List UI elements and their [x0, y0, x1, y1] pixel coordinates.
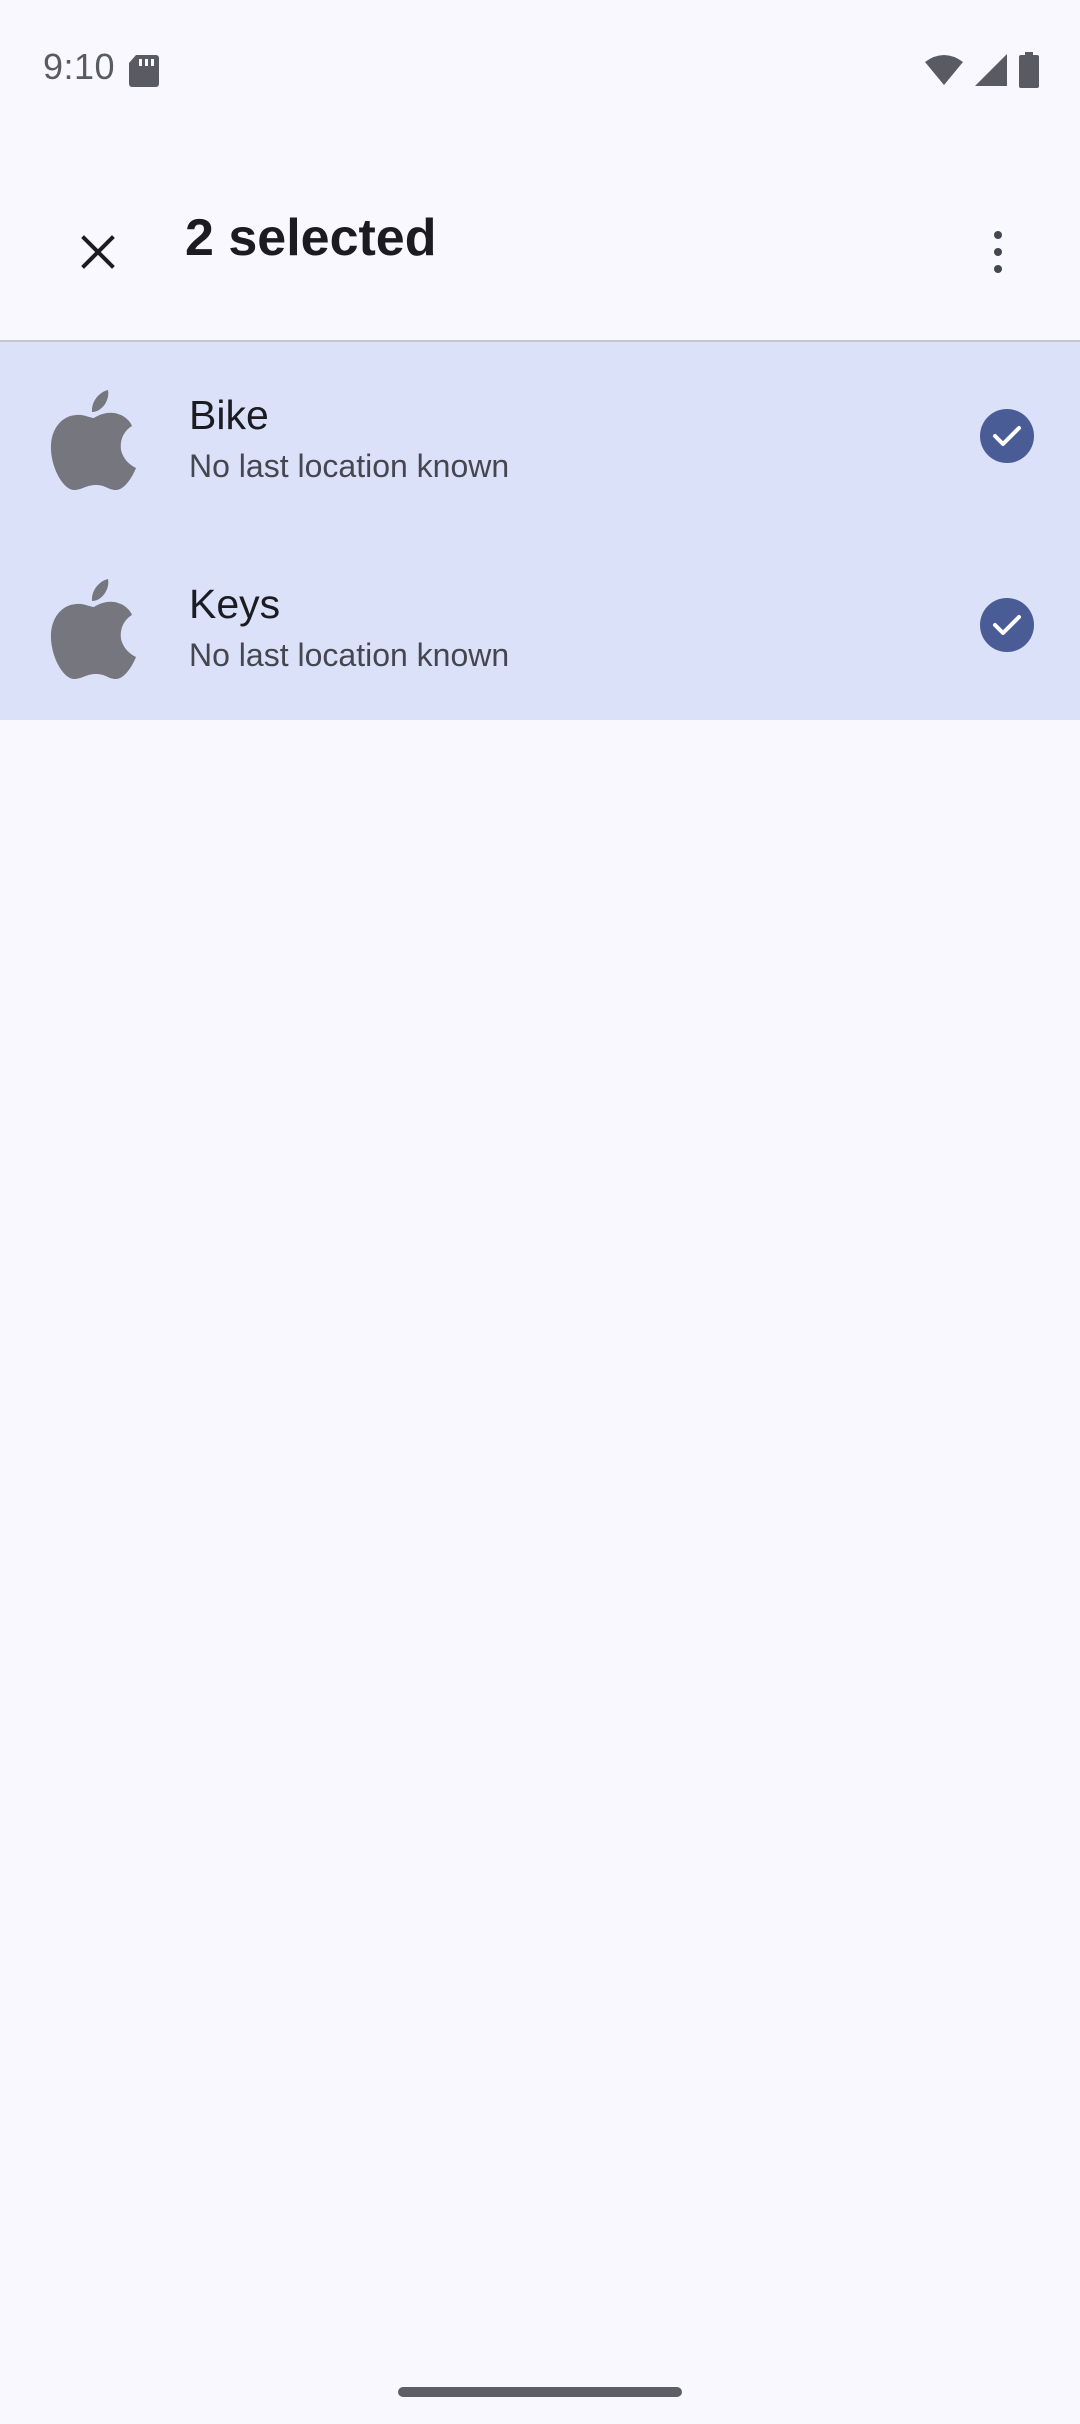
item-subtitle: No last location known: [189, 448, 510, 484]
item-title: Bike: [189, 392, 269, 438]
page-title: 2 selected: [185, 209, 437, 267]
close-icon: [81, 235, 115, 269]
sd-card-icon: [129, 55, 159, 87]
home-indicator[interactable]: [398, 2387, 682, 2397]
selected-check-icon[interactable]: [980, 598, 1034, 652]
list-item[interactable]: Keys No last location known: [0, 531, 1080, 720]
more-options-button[interactable]: [956, 210, 1040, 294]
status-time: 9:10: [43, 46, 116, 87]
item-subtitle: No last location known: [189, 637, 510, 673]
wifi-icon: [925, 55, 963, 85]
item-title: Keys: [189, 581, 281, 627]
battery-icon: [1019, 52, 1039, 88]
device-list: Bike No last location known Keys No last…: [0, 342, 1080, 720]
selected-check-icon[interactable]: [980, 409, 1034, 463]
list-item[interactable]: Bike No last location known: [0, 342, 1080, 531]
top-app-bar: 2 selected: [0, 170, 1080, 342]
apple-icon: [50, 390, 137, 490]
close-button[interactable]: [56, 210, 140, 294]
apple-icon: [50, 579, 137, 679]
status-icons: [924, 52, 1040, 88]
signal-icon: [975, 54, 1007, 86]
more-vert-icon: [994, 231, 1002, 273]
status-bar: 9:10: [0, 0, 1080, 140]
